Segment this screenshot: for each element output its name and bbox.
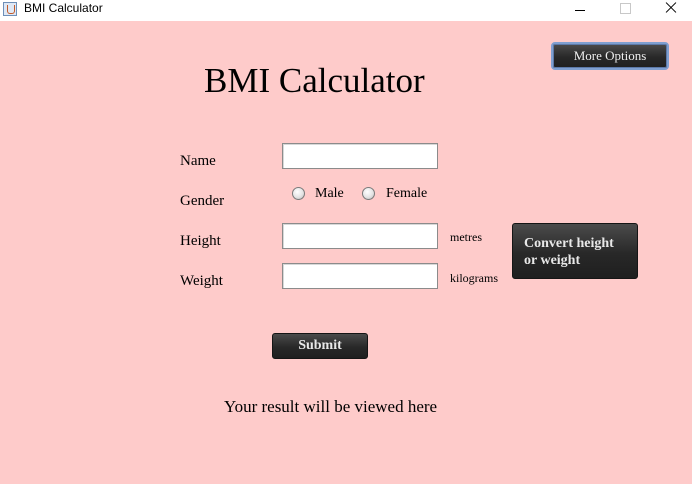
weight-label: Weight — [180, 273, 223, 289]
female-radio-label[interactable]: Female — [386, 185, 427, 203]
weight-unit: kilograms — [450, 271, 498, 285]
male-radio-label[interactable]: Male — [315, 185, 344, 203]
more-options-button[interactable]: More Options — [551, 42, 669, 70]
window-title: BMI Calculator — [24, 1, 103, 15]
female-radio[interactable] — [362, 187, 375, 200]
title-bar: BMI Calculator — [0, 0, 692, 21]
weight-input[interactable] — [282, 263, 438, 289]
convert-button-line1: Convert height — [524, 236, 614, 251]
height-label: Height — [180, 233, 221, 249]
convert-button-line2: or weight — [524, 253, 581, 268]
height-unit: metres — [450, 230, 482, 244]
name-input[interactable] — [282, 143, 438, 169]
male-radio[interactable] — [292, 187, 305, 200]
minimize-button[interactable] — [556, 0, 602, 21]
gender-label: Gender — [180, 193, 225, 209]
page-title: BMI Calculator — [204, 61, 425, 100]
result-text: Your result will be viewed here — [224, 397, 438, 416]
name-label: Name — [180, 153, 216, 169]
height-input[interactable] — [282, 223, 438, 249]
java-app-icon — [3, 2, 17, 16]
convert-height-weight-button[interactable]: Convert height or weight — [512, 223, 638, 279]
close-button[interactable] — [648, 0, 692, 21]
submit-button[interactable]: Submit — [272, 333, 368, 359]
maximize-button[interactable] — [602, 0, 648, 21]
